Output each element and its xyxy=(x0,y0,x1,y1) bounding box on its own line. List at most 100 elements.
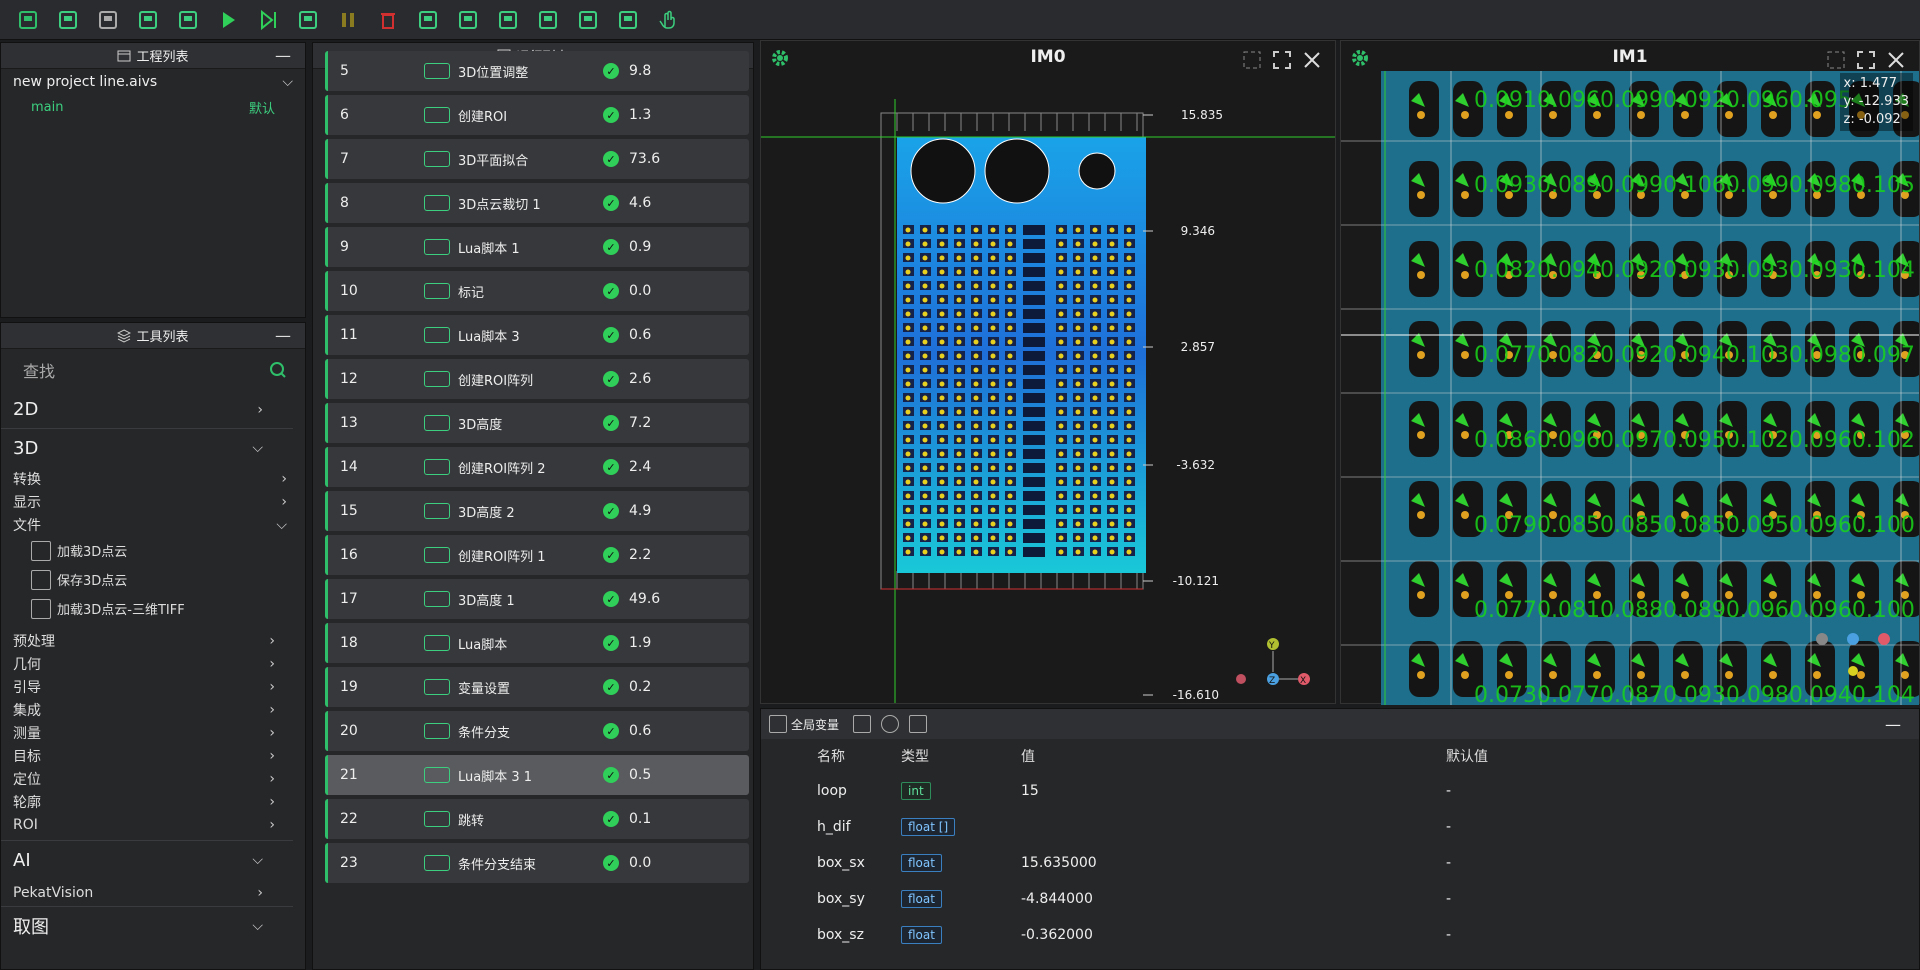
tab-global-variables[interactable]: 全局变量 xyxy=(765,715,843,733)
ladder-slot xyxy=(1023,309,1045,319)
chevron-right-icon: › xyxy=(257,401,263,418)
list-variable-icon[interactable] xyxy=(909,715,928,733)
add-variable-icon[interactable] xyxy=(853,715,872,733)
run-row[interactable]: 10 标记 ✓ 0.0 xyxy=(325,271,749,311)
refresh-icon[interactable] xyxy=(575,7,601,33)
run-row[interactable]: 11 Lua脚本 3 ✓ 0.6 xyxy=(325,315,749,355)
tool-item[interactable]: 加载3D点云 xyxy=(1,536,305,565)
run-row[interactable]: 6 创建ROI ✓ 1.3 xyxy=(325,95,749,135)
pointcloud-file-icon xyxy=(31,569,51,590)
tool-item[interactable]: 加载3D点云-三维TIFF xyxy=(1,594,305,623)
run-row[interactable]: 19 变量设置 ✓ 0.2 xyxy=(325,667,749,707)
minimize-button[interactable]: — xyxy=(275,46,291,65)
tool-category-item[interactable]: ROI › xyxy=(1,813,293,836)
save-icon[interactable] xyxy=(135,7,161,33)
coord-y: y: -12.933 xyxy=(1843,94,1909,109)
project-main-item[interactable]: main 默认 xyxy=(1,95,305,119)
run-icon[interactable] xyxy=(215,7,241,33)
check-icon: ✓ xyxy=(603,459,619,475)
run-row[interactable]: 22 跳转 ✓ 0.1 xyxy=(325,799,749,839)
copy-icon[interactable] xyxy=(535,7,561,33)
settings-variable-icon[interactable] xyxy=(881,715,900,733)
minimize-button[interactable]: — xyxy=(275,326,291,345)
close-icon[interactable] xyxy=(1301,49,1323,71)
tool-category-item[interactable]: 几何 › xyxy=(1,652,293,675)
tool-category-item[interactable]: 测量 › xyxy=(1,721,293,744)
variable-value[interactable]: 15 xyxy=(1021,783,1446,799)
hand-icon[interactable] xyxy=(655,7,681,33)
open-3d-icon[interactable] xyxy=(55,7,81,33)
image-edit-icon[interactable] xyxy=(455,7,481,33)
variable-row[interactable]: box_sx float 15.635000- xyxy=(761,845,1919,881)
delete-icon[interactable] xyxy=(375,7,401,33)
expand-icon[interactable] xyxy=(1271,49,1293,71)
tool-item[interactable]: 保存3D点云 xyxy=(1,565,305,594)
run-row[interactable]: 9 Lua脚本 1 ✓ 0.9 xyxy=(325,227,749,267)
run-row[interactable]: 16 创建ROI阵列 1 ✓ 2.2 xyxy=(325,535,749,575)
image-icon[interactable] xyxy=(415,7,441,33)
image-view-im0[interactable]: IM0 15.835 9.346 2.857 -3.632 -10.121 -16.610… xyxy=(760,40,1336,704)
pin xyxy=(990,297,996,303)
image-view-im1[interactable]: 0.0910.0960.0990.0920.0960.095 0.0930.089… xyxy=(1340,40,1920,705)
tool-search[interactable]: 查找 xyxy=(1,349,305,391)
variable-value[interactable]: 15.635000 xyxy=(1021,855,1446,871)
save-as-icon[interactable] xyxy=(175,7,201,33)
variable-value[interactable]: -0.362000 xyxy=(1021,927,1446,943)
grid-layout-icon[interactable] xyxy=(615,7,641,33)
category-grab[interactable]: 取图 ⌵ xyxy=(1,907,293,945)
pin xyxy=(1461,671,1469,679)
run-row[interactable]: 18 Lua脚本 ✓ 1.9 xyxy=(325,623,749,663)
run-row[interactable]: 15 3D高度 2 ✓ 4.9 xyxy=(325,491,749,531)
pin xyxy=(973,479,979,485)
tool-category-item[interactable]: 转换 › xyxy=(1,467,305,490)
category-3d[interactable]: 3D ⌵ xyxy=(1,429,293,467)
project-file-item[interactable]: new project line.aivs ⌵ xyxy=(1,69,305,95)
search-icon[interactable] xyxy=(269,361,287,379)
tool-category-item[interactable]: 定位 › xyxy=(1,767,293,790)
tool-category-item[interactable]: 引导 › xyxy=(1,675,293,698)
pin xyxy=(1075,521,1081,527)
category-pekatvision[interactable]: PekatVision › xyxy=(1,879,293,907)
run-row[interactable]: 8 3D点云裁切 1 ✓ 4.6 xyxy=(325,183,749,223)
tool-category-item[interactable]: 目标 › xyxy=(1,744,293,767)
chevron-down-icon[interactable]: ⌵ xyxy=(282,74,293,90)
variable-row[interactable]: box_sy float -4.844000- xyxy=(761,881,1919,917)
ladder-slot xyxy=(1023,393,1045,403)
minimize-button[interactable]: — xyxy=(1885,715,1901,734)
pin xyxy=(990,437,996,443)
variable-type-badge: float xyxy=(901,926,942,944)
run-row[interactable]: 23 条件分支结束 ✓ 0.0 xyxy=(325,843,749,883)
run-row[interactable]: 20 条件分支 ✓ 0.6 xyxy=(325,711,749,751)
run-row[interactable]: 17 3D高度 1 ✓ 49.6 xyxy=(325,579,749,619)
pause-icon[interactable] xyxy=(335,7,361,33)
fit-icon[interactable] xyxy=(1241,49,1263,71)
run-row[interactable]: 7 3D平面拟合 ✓ 73.6 xyxy=(325,139,749,179)
tool-category-item[interactable]: 预处理 › xyxy=(1,629,293,652)
new-project-icon[interactable] xyxy=(15,7,41,33)
run-row[interactable]: 5 3D位置调整 ✓ 9.8 xyxy=(325,51,749,91)
loop-run-icon[interactable] xyxy=(295,7,321,33)
fit-icon[interactable] xyxy=(1825,49,1847,71)
pin xyxy=(1058,465,1064,471)
tool-category-item[interactable]: 显示 › xyxy=(1,490,305,513)
variable-row[interactable]: h_dif float [] - xyxy=(761,809,1919,845)
tool-category-item[interactable]: 轮廓 › xyxy=(1,790,293,813)
pin xyxy=(990,535,996,541)
search-input[interactable]: 查找 xyxy=(23,358,55,382)
run-row[interactable]: 13 3D高度 ✓ 7.2 xyxy=(325,403,749,443)
expand-icon[interactable] xyxy=(1855,49,1877,71)
variable-row[interactable]: loop int 15- xyxy=(761,773,1919,809)
open-file-icon[interactable] xyxy=(95,7,121,33)
tool-category-item[interactable]: 集成 › xyxy=(1,698,293,721)
variable-value[interactable]: -4.844000 xyxy=(1021,891,1446,907)
close-icon[interactable] xyxy=(1885,49,1907,71)
category-ai[interactable]: AI ⌵ xyxy=(1,841,293,879)
variable-row[interactable]: box_sz float -0.362000- xyxy=(761,917,1919,953)
run-row[interactable]: 14 创建ROI阵列 2 ✓ 2.4 xyxy=(325,447,749,487)
tool-category-item[interactable]: 文件 ⌵ xyxy=(1,513,305,536)
layout-icon[interactable] xyxy=(495,7,521,33)
run-row[interactable]: 21 Lua脚本 3 1 ✓ 0.5 xyxy=(325,755,749,795)
category-2d[interactable]: 2D › xyxy=(1,391,293,429)
run-row[interactable]: 12 创建ROI阵列 ✓ 2.6 xyxy=(325,359,749,399)
step-run-icon[interactable] xyxy=(255,7,281,33)
